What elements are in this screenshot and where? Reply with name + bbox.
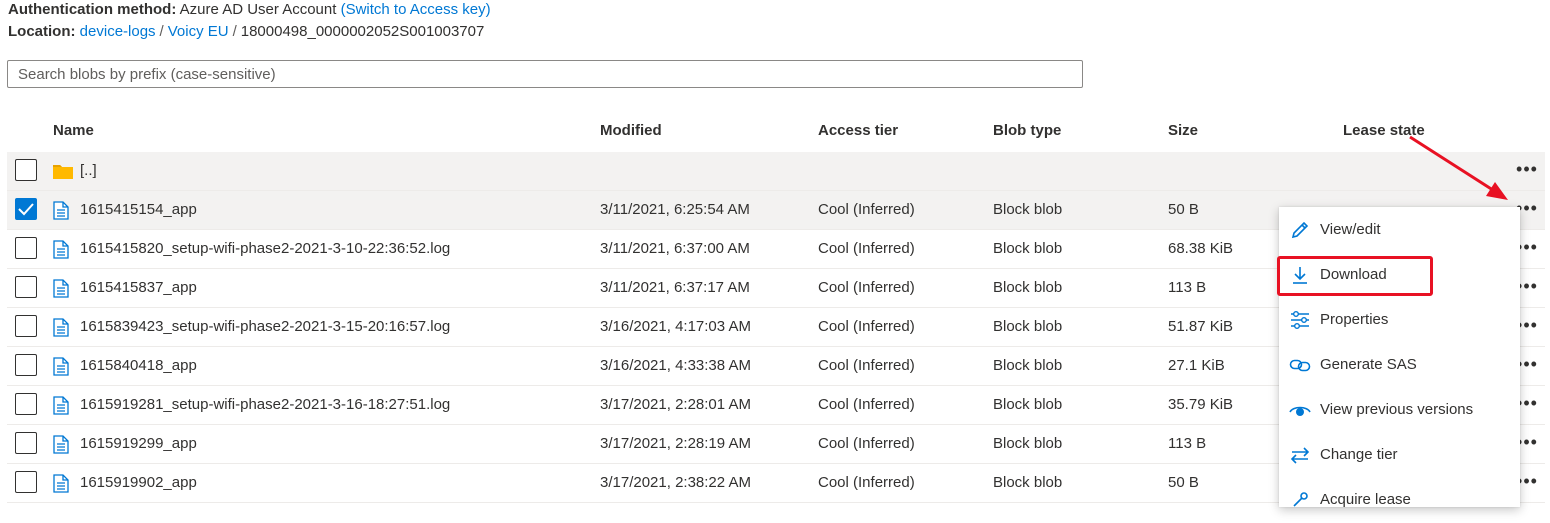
column-header-lease-state[interactable]: Lease state [1343, 122, 1425, 139]
file-icon [53, 396, 69, 419]
row-name[interactable]: 1615919299_app [80, 425, 197, 463]
column-header-access-tier[interactable]: Access tier [818, 122, 898, 139]
row-name[interactable]: 1615840418_app [80, 347, 197, 385]
row-modified: 3/17/2021, 2:38:22 AM [600, 474, 751, 491]
row-checkbox[interactable] [15, 198, 37, 220]
row-checkbox[interactable] [15, 237, 37, 259]
eye-icon [1289, 399, 1311, 421]
row-access-tier: Cool (Inferred) [818, 279, 915, 296]
file-icon [53, 279, 69, 302]
breadcrumb-current: 18000498_0000002052S001003707 [240, 23, 485, 40]
row-modified: 3/17/2021, 2:28:19 AM [600, 435, 751, 452]
table-row-parent[interactable]: [..] ••• [7, 152, 1545, 191]
breadcrumb: Location: device-logs / Voicy EU/18000498_… [8, 22, 484, 42]
auth-method-line: Authentication method: Azure AD User Acc… [8, 0, 491, 20]
file-icon [53, 240, 69, 263]
row-modified: 3/16/2021, 4:17:03 AM [600, 318, 751, 335]
row-size: 113 B [1168, 435, 1207, 452]
row-name[interactable]: [..] [80, 152, 97, 190]
menu-item-view-edit[interactable]: View/edit [1279, 207, 1520, 252]
row-modified: 3/16/2021, 4:33:38 AM [600, 357, 751, 374]
row-name[interactable]: 1615415837_app [80, 269, 197, 307]
row-checkbox[interactable] [15, 354, 37, 376]
switch-to-access-key-link[interactable]: (Switch to Access key) [341, 1, 491, 18]
row-size: 27.1 KiB [1168, 357, 1225, 374]
menu-item-view-previous-versions[interactable]: View previous versions [1279, 387, 1520, 432]
row-name[interactable]: 1615919281_setup-wifi-phase2-2021-3-16-1… [80, 386, 450, 424]
link-icon [1289, 354, 1311, 376]
pencil-icon [1289, 219, 1311, 241]
row-access-tier: Cool (Inferred) [818, 474, 915, 491]
row-size: 35.79 KiB [1168, 396, 1234, 413]
row-checkbox[interactable] [15, 471, 37, 493]
file-icon [53, 435, 69, 458]
row-checkbox[interactable] [15, 393, 37, 415]
row-name[interactable]: 1615839423_setup-wifi-phase2-2021-3-15-2… [80, 308, 450, 346]
column-header-modified[interactable]: Modified [600, 122, 662, 139]
row-access-tier: Cool (Inferred) [818, 201, 915, 218]
menu-item-label: Change tier [1320, 446, 1398, 463]
breadcrumb-separator: / [159, 23, 164, 40]
row-access-tier: Cool (Inferred) [818, 357, 915, 374]
menu-item-label: View/edit [1320, 221, 1381, 238]
row-checkbox[interactable] [15, 315, 37, 337]
menu-item-label: View previous versions [1320, 401, 1474, 418]
row-name[interactable]: 1615415820_setup-wifi-phase2-2021-3-10-2… [80, 230, 450, 268]
row-size: 50 B [1168, 201, 1199, 218]
row-access-tier: Cool (Inferred) [818, 318, 915, 335]
check-icon [18, 203, 34, 216]
file-icon [53, 318, 69, 341]
row-blob-type: Block blob [993, 435, 1063, 452]
row-blob-type: Block blob [993, 357, 1063, 374]
row-name[interactable]: 1615919902_app [80, 464, 197, 502]
download-highlight-box [1277, 256, 1433, 296]
column-header-blob-type[interactable]: Blob type [993, 122, 1061, 139]
row-access-tier: Cool (Inferred) [818, 396, 915, 413]
context-menu: View/edit Download Properties Generate S… [1279, 207, 1520, 508]
menu-item-label: Acquire lease [1320, 491, 1411, 508]
folder-icon [52, 162, 74, 184]
menu-item-generate-sas[interactable]: Generate SAS [1279, 342, 1520, 387]
menu-item-properties[interactable]: Properties [1279, 297, 1520, 342]
row-modified: 3/11/2021, 6:37:00 AM [600, 240, 750, 257]
row-checkbox[interactable] [15, 432, 37, 454]
row-modified: 3/11/2021, 6:37:17 AM [600, 279, 750, 296]
breadcrumb-separator: / [232, 23, 237, 40]
row-blob-type: Block blob [993, 201, 1063, 218]
row-size: 113 B [1168, 279, 1207, 296]
menu-item-change-tier[interactable]: Change tier [1279, 432, 1520, 477]
row-modified: 3/17/2021, 2:28:01 AM [600, 396, 751, 413]
breadcrumb-folder[interactable]: Voicy EU [168, 23, 229, 40]
row-blob-type: Block blob [993, 240, 1063, 257]
row-modified: 3/11/2021, 6:25:54 AM [600, 201, 750, 218]
search-input[interactable] [7, 60, 1083, 88]
row-blob-type: Block blob [993, 474, 1063, 491]
location-label: Location: [8, 23, 76, 40]
column-header-name[interactable]: Name [53, 122, 94, 139]
row-blob-type: Block blob [993, 279, 1063, 296]
row-checkbox[interactable] [15, 276, 37, 298]
swap-arrows-icon [1289, 444, 1311, 466]
row-access-tier: Cool (Inferred) [818, 240, 915, 257]
more-options-button[interactable]: ••• [1512, 152, 1542, 190]
menu-item-label: Properties [1320, 311, 1389, 328]
auth-method-value: Azure AD User Account [179, 1, 337, 18]
row-size: 50 B [1168, 474, 1199, 491]
row-name[interactable]: 1615415154_app [80, 191, 197, 229]
menu-item-label: Generate SAS [1320, 356, 1417, 373]
row-size: 68.38 KiB [1168, 240, 1234, 257]
row-size: 51.87 KiB [1168, 318, 1234, 335]
file-icon [53, 201, 69, 224]
row-blob-type: Block blob [993, 396, 1063, 413]
breadcrumb-container[interactable]: device-logs [80, 23, 156, 40]
properties-icon [1289, 309, 1311, 331]
file-icon [53, 357, 69, 380]
auth-method-label: Authentication method: [8, 1, 177, 18]
lease-icon [1289, 489, 1311, 511]
row-access-tier: Cool (Inferred) [818, 435, 915, 452]
file-icon [53, 474, 69, 497]
column-header-size[interactable]: Size [1168, 122, 1198, 139]
row-checkbox[interactable] [15, 159, 37, 181]
row-blob-type: Block blob [993, 318, 1063, 335]
